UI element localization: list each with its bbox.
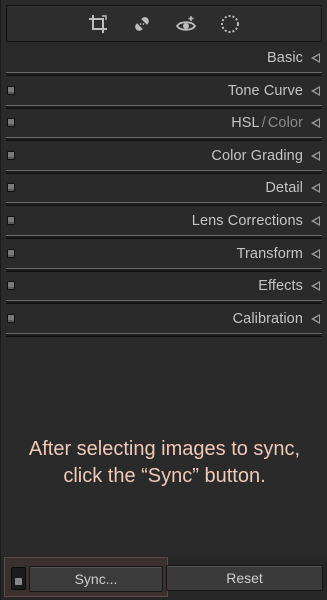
section-basic-header[interactable]: Basic [1,44,327,72]
section-effects-header[interactable]: Effects [1,272,327,300]
section-calibration: Calibration [1,305,327,338]
section-label: Calibration [232,310,303,327]
section-divider [6,169,322,174]
section-lens-corrections: Lens Corrections [1,207,327,240]
develop-right-panel: Basic Tone Curve HSL / Color Color Gradi… [0,0,327,600]
section-divider [6,300,322,305]
collapse-arrow-icon [311,118,320,129]
collapse-arrow-icon [311,85,320,96]
section-transform: Transform [1,240,327,273]
section-divider [6,72,322,76]
section-label: Basic [267,50,303,66]
collapse-arrow-icon [311,215,320,226]
masking-circle-icon[interactable] [217,11,243,37]
panel-sections: Basic Tone Curve HSL / Color Color Gradi… [1,44,327,337]
section-detail: Detail [1,174,327,207]
section-basic: Basic [1,44,327,77]
section-divider [6,104,322,109]
color-label[interactable]: Color [268,115,303,131]
collapse-arrow-icon [311,150,320,161]
label-separator: / [261,115,266,132]
section-tone-curve: Tone Curve [1,77,327,110]
collapse-arrow-icon [311,281,320,292]
section-hsl-color: HSL / Color [1,109,327,142]
section-label: Color Grading [211,147,303,164]
reset-button[interactable]: Reset [166,565,323,591]
section-label: Tone Curve [227,82,303,99]
section-calibration-header[interactable]: Calibration [1,305,327,333]
section-hsl-header[interactable]: HSL / Color [1,109,327,137]
section-color-grading: Color Grading [1,142,327,175]
healing-bandage-icon[interactable] [129,11,155,37]
collapse-arrow-icon [311,183,320,194]
section-divider [6,332,322,337]
section-detail-header[interactable]: Detail [1,174,327,202]
collapse-arrow-icon [311,53,320,63]
section-label: Transform [236,245,303,262]
section-label: HSL / Color [231,115,303,131]
section-effects: Effects [1,272,327,305]
section-divider [6,137,322,142]
auto-sync-switch[interactable] [11,567,26,590]
section-divider [6,202,322,207]
sync-instruction-text: After selecting images to sync, click th… [28,438,301,487]
sync-highlight-frame: Sync... [4,557,168,597]
section-color-grading-header[interactable]: Color Grading [1,142,327,170]
section-label: Detail [265,180,303,197]
section-divider [6,234,322,239]
crop-icon[interactable] [85,11,111,37]
section-label: Effects [258,278,303,295]
collapse-arrow-icon [311,248,320,259]
sync-button[interactable]: Sync... [29,566,163,592]
bottom-button-bar: Sync... Reset [1,556,327,600]
section-lens-corrections-header[interactable]: Lens Corrections [1,207,327,235]
hsl-label[interactable]: HSL [231,115,260,131]
section-divider [6,267,322,272]
section-transform-header[interactable]: Transform [1,240,327,268]
section-label: Lens Corrections [191,212,303,229]
red-eye-icon[interactable] [173,11,199,37]
collapse-arrow-icon [311,313,320,324]
tool-strip [6,5,322,42]
section-tone-curve-header[interactable]: Tone Curve [1,77,327,105]
